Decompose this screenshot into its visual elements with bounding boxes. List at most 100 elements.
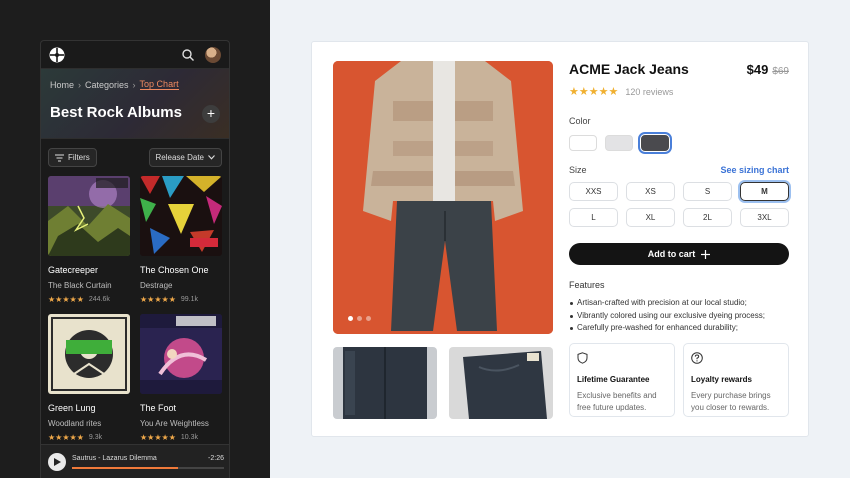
carousel-dot[interactable]: [357, 316, 362, 321]
size-option[interactable]: 3XL: [740, 208, 789, 227]
star-icon: ★★★★★: [140, 295, 176, 304]
perk-text: Exclusive benefits and free future updat…: [577, 391, 657, 412]
star-icon: ★★★★★: [48, 433, 84, 442]
album-artist: Woodland rites: [48, 419, 102, 428]
album-cover[interactable]: [140, 314, 222, 394]
sort-label: Release Date: [155, 153, 204, 162]
app-top-bar: [41, 41, 229, 69]
progress-fill: [72, 466, 179, 469]
perks-row: Lifetime Guarantee Exclusive benefits an…: [569, 343, 789, 417]
chevron-down-icon: [208, 155, 215, 160]
current-price: $49: [746, 62, 769, 77]
size-option[interactable]: 2L: [683, 208, 732, 227]
album-card[interactable]: The Chosen One Destrage ★★★★★ 99.1k: [140, 176, 222, 304]
album-card[interactable]: The Foot You Are Weightless ★★★★★ 10.3k: [140, 314, 222, 442]
avatar[interactable]: [205, 46, 221, 63]
album-card[interactable]: Green Lung Woodland rites ★★★★★ 9.3k: [48, 314, 130, 442]
product-thumbnail[interactable]: [333, 347, 437, 419]
carousel-dot[interactable]: [348, 316, 353, 321]
album-artist: The Black Curtain: [48, 281, 112, 290]
perk-title: Lifetime Guarantee: [577, 375, 650, 384]
product-title: ACME Jack Jeans: [569, 61, 689, 77]
help-circle-icon: [691, 352, 703, 364]
track-title: Sautrus - Lazarus Dilemma: [72, 454, 157, 462]
rating-count: 9.3k: [88, 434, 103, 441]
carousel-dot[interactable]: [366, 316, 371, 321]
breadcrumb-home[interactable]: Home: [50, 80, 74, 90]
shield-icon: [577, 352, 588, 364]
perk-text: Every purchase brings you closer to rewa…: [691, 391, 771, 412]
mini-player: Sautrus - Lazarus Dilemma -2:26: [41, 444, 229, 478]
size-option[interactable]: L: [569, 208, 618, 227]
album-rating: ★★★★★ 9.3k: [48, 433, 130, 442]
album-cover[interactable]: [140, 176, 222, 256]
track-time: -2:26: [208, 454, 224, 462]
chevron-right-icon: ›: [132, 79, 136, 90]
progress-bar[interactable]: [72, 466, 224, 469]
album-cover[interactable]: [48, 176, 130, 256]
sizing-chart-link[interactable]: See sizing chart: [720, 165, 789, 175]
album-card[interactable]: Gatecreeper The Black Curtain ★★★★★ 244.…: [48, 176, 130, 304]
product-info: ACME Jack Jeans $49 $69 ★★★★★ 120 reviews…: [569, 61, 789, 335]
size-options: XXS XS S M L XL 2L 3XL: [569, 182, 789, 227]
feature-item: Vibrantly colored using our exclusive dy…: [569, 310, 789, 323]
size-option[interactable]: XL: [626, 208, 675, 227]
plus-icon: [701, 249, 711, 259]
feature-item: Carefully pre-washed for enhanced durabi…: [569, 322, 789, 335]
product-main-image[interactable]: [333, 61, 553, 334]
add-to-cart-label: Add to cart: [647, 249, 696, 259]
play-button[interactable]: [48, 452, 66, 471]
album-artist: Destrage: [140, 281, 173, 290]
features-title: Features: [569, 280, 605, 290]
product-thumbnail[interactable]: [449, 347, 553, 419]
perk-title: Loyalty rewards: [691, 375, 752, 384]
album-title: The Foot: [140, 403, 177, 413]
size-option[interactable]: XXS: [569, 182, 618, 201]
filters-label: Filters: [68, 153, 90, 162]
page-title: Best Rock Albums: [50, 104, 182, 121]
color-label: Color: [569, 116, 591, 126]
album-rating: ★★★★★ 10.3k: [140, 433, 222, 442]
music-app: Home › Categories › Top Chart Best Rock …: [40, 40, 230, 478]
album-artist: You Are Weightless: [140, 419, 209, 428]
feature-item: Artisan-crafted with precision at our lo…: [569, 297, 789, 310]
sort-dropdown[interactable]: Release Date: [148, 148, 222, 167]
rating-count: 99.1k: [180, 296, 198, 303]
carousel-dots[interactable]: [348, 316, 371, 321]
album-grid: Gatecreeper The Black Curtain ★★★★★ 244.…: [41, 176, 229, 442]
color-swatch[interactable]: [569, 135, 597, 151]
album-cover[interactable]: [48, 314, 130, 394]
color-swatch[interactable]: [605, 135, 633, 151]
album-rating: ★★★★★ 99.1k: [140, 295, 222, 304]
album-title: The Chosen One: [140, 265, 209, 275]
player-info: Sautrus - Lazarus Dilemma -2:26: [72, 455, 224, 469]
album-rating: ★★★★★ 244.6k: [48, 295, 130, 304]
chevron-right-icon: ›: [78, 79, 82, 90]
filters-button[interactable]: Filters: [48, 148, 97, 167]
old-price: $69: [772, 66, 789, 77]
breadcrumb: Home › Categories › Top Chart: [50, 79, 220, 90]
star-icon: ★★★★★: [569, 86, 619, 98]
size-option[interactable]: M: [740, 182, 789, 201]
size-option[interactable]: XS: [626, 182, 675, 201]
add-to-cart-button[interactable]: Add to cart: [569, 243, 789, 265]
size-option[interactable]: S: [683, 182, 732, 201]
app-logo-icon[interactable]: [49, 47, 65, 63]
album-title: Gatecreeper: [48, 265, 99, 275]
color-swatch[interactable]: [638, 132, 672, 154]
color-options: [569, 132, 789, 154]
product-rating[interactable]: ★★★★★ 120 reviews: [569, 85, 789, 98]
review-count[interactable]: 120 reviews: [625, 87, 673, 97]
breadcrumb-top-chart[interactable]: Top Chart: [139, 79, 179, 90]
filter-icon: [55, 154, 64, 161]
play-icon: [53, 457, 61, 466]
star-icon: ★★★★★: [48, 295, 84, 304]
rating-count: 244.6k: [88, 296, 110, 303]
product-card: ACME Jack Jeans $49 $69 ★★★★★ 120 reviews…: [311, 41, 809, 437]
product-price: $49 $69: [747, 62, 789, 77]
search-icon[interactable]: [181, 48, 195, 62]
album-title: Green Lung: [48, 403, 96, 413]
perk-card-loyalty: Loyalty rewards Every purchase brings yo…: [683, 343, 789, 417]
add-button[interactable]: +: [202, 105, 220, 123]
breadcrumb-categories[interactable]: Categories: [85, 80, 129, 90]
